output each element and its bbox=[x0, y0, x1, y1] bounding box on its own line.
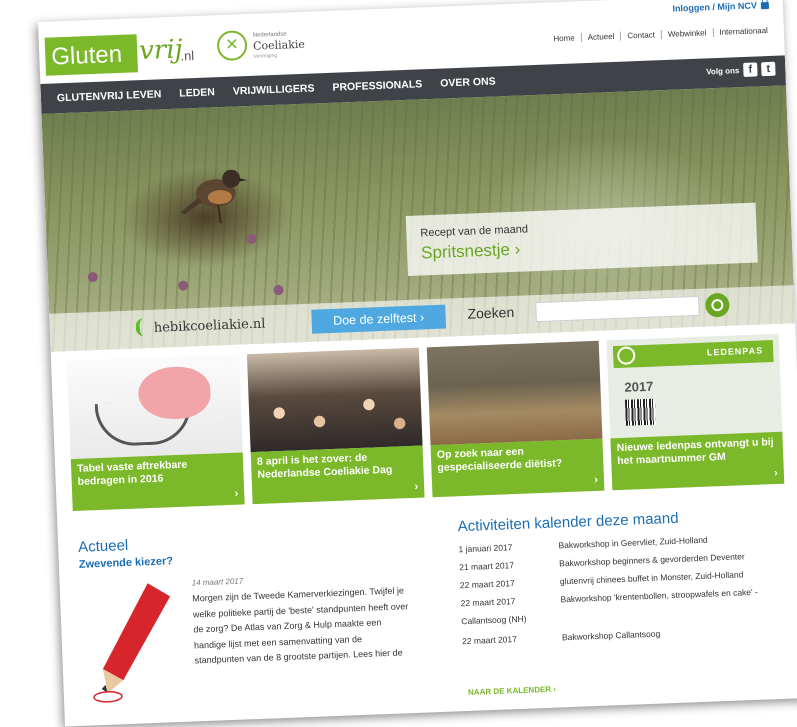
ledenpas-card-title: LEDENPAS bbox=[706, 345, 764, 358]
bird-image bbox=[180, 169, 248, 224]
kalender-date: 1 januari 2017 bbox=[458, 542, 513, 555]
kalender-date: 22 maart 2017 bbox=[461, 634, 518, 647]
lock-icon bbox=[760, 1, 770, 10]
chevron-right-icon: › bbox=[414, 480, 419, 493]
tile-caption-text: 8 april is het zover: de Nederlandse Coe… bbox=[256, 451, 393, 481]
kalender-event[interactable]: Bakworkshop in Geervliet, Zuid-Holland bbox=[558, 530, 797, 551]
facebook-icon[interactable]: f bbox=[743, 62, 758, 77]
ncv-logo-line2: Coeliakie bbox=[252, 37, 306, 53]
nav-leden[interactable]: LEDEN bbox=[179, 86, 215, 99]
tile-aftrekbare-bedragen[interactable]: Tabel vaste aftrekbare bedragen in 2016 … bbox=[67, 354, 245, 512]
chevron-right-icon: › bbox=[594, 473, 599, 486]
nav-professionals[interactable]: PROFESSIONALS bbox=[332, 78, 422, 93]
tile-caption-text: Nieuwe ledenpas ontvangt u bij het maart… bbox=[616, 436, 774, 468]
logo-gluten: Gluten bbox=[44, 34, 139, 76]
tile-caption[interactable]: Op zoek naar een gespecialiseerde diëtis… bbox=[430, 438, 605, 498]
actueel-heading: Actueel bbox=[77, 536, 129, 556]
topnav-actueel[interactable]: Actueel bbox=[580, 31, 621, 43]
kalender-date: Callantsoog (NH) bbox=[461, 613, 527, 627]
recipe-link[interactable]: Spritsnestje › bbox=[421, 240, 521, 264]
nav-over-ons[interactable]: OVER ONS bbox=[440, 75, 496, 89]
flower-image bbox=[246, 233, 257, 245]
login-label[interactable]: Inloggen / Mijn NCV bbox=[672, 0, 757, 13]
topnav-home[interactable]: Home bbox=[547, 33, 581, 43]
webpage: Inloggen / Mijn NCV Gluten vrij .nl ✕ Ne… bbox=[38, 0, 797, 727]
nav-glutenvrij-leven[interactable]: GLUTENVRIJ LEVEN bbox=[57, 88, 162, 104]
tile-dietist[interactable]: Op zoek naar een gespecialiseerde diëtis… bbox=[426, 340, 605, 498]
piggy-bank-image bbox=[67, 354, 243, 460]
flower-image bbox=[87, 271, 99, 283]
tile-coeliakie-dag[interactable]: 8 april is het zover: de Nederlandse Coe… bbox=[246, 347, 425, 505]
consultation-image bbox=[426, 340, 603, 446]
ledenpas-card-header: LEDENPAS bbox=[612, 340, 774, 369]
logo-vrij: vrij bbox=[138, 34, 184, 67]
chevron-right-icon: › bbox=[234, 487, 239, 500]
tile-caption-text: Op zoek naar een gespecialiseerde diëtis… bbox=[436, 445, 563, 474]
wheat-icon: ✕ bbox=[216, 30, 248, 62]
hebikcoeliakie-logo[interactable]: hebikcoeliakie.nl bbox=[135, 313, 266, 337]
chevron-right-icon: › bbox=[773, 466, 779, 480]
logo-tld: .nl bbox=[180, 48, 195, 64]
tile-caption[interactable]: Nieuwe ledenpas ontvangt u bij het maart… bbox=[610, 431, 785, 491]
twitter-icon[interactable]: t bbox=[761, 61, 776, 77]
kalender-date: 22 maart 2017 bbox=[459, 578, 515, 591]
kalender-link[interactable]: NAAR DE KALENDER › bbox=[468, 685, 556, 697]
search-input[interactable] bbox=[535, 295, 700, 323]
search-label: Zoeken bbox=[467, 303, 515, 322]
kalender-event[interactable]: glutenvrij chinees buffet in Monster, Zu… bbox=[560, 566, 797, 586]
ncv-logo[interactable]: ✕ Nederlandse Coeliakie Vereniging bbox=[216, 27, 337, 66]
topnav-contact[interactable]: Contact bbox=[620, 30, 662, 41]
nav-vrijwilligers[interactable]: VRIJWILLIGERS bbox=[233, 82, 315, 97]
kalender-event[interactable]: Bakworkshop beginners & gevorderden Deve… bbox=[559, 548, 797, 568]
kalender-event[interactable]: Bakworkshop 'krentenbollen, stroopwafels… bbox=[560, 584, 797, 605]
wheat-icon bbox=[616, 346, 636, 366]
flower-image bbox=[273, 284, 284, 296]
social-links: Volg ons f t bbox=[706, 61, 776, 79]
topnav-webwinkel[interactable]: Webwinkel bbox=[660, 28, 713, 40]
pencil-image bbox=[93, 583, 171, 703]
ledenpas-card-image: LEDENPAS 2017 bbox=[606, 333, 783, 439]
news-title-link[interactable]: Zwevende kiezer? bbox=[79, 555, 174, 571]
topnav-internationaal[interactable]: Internationaal bbox=[712, 25, 775, 38]
zelftest-button[interactable]: Doe de zelftest › bbox=[311, 304, 447, 334]
ncv-logo-line3: Vereniging bbox=[253, 52, 278, 60]
crowd-image bbox=[246, 347, 423, 453]
news-date: 14 maart 2017 bbox=[191, 576, 244, 588]
search-icon[interactable] bbox=[704, 292, 730, 318]
volg-ons-label: Volg ons bbox=[706, 65, 740, 76]
recipe-label: Recept van de maand bbox=[420, 223, 529, 240]
news-body: Morgen zijn de Tweede Kamerverkiezingen.… bbox=[192, 585, 409, 666]
kalender-date: 22 maart 2017 bbox=[460, 596, 516, 609]
hebikcoeliakie-label: hebikcoeliakie.nl bbox=[153, 316, 266, 336]
top-nav: Home Actueel Contact Webwinkel Internati… bbox=[547, 25, 775, 44]
tile-caption[interactable]: Tabel vaste aftrekbare bedragen in 2016 … bbox=[70, 452, 245, 512]
ribbon-icon bbox=[135, 317, 151, 337]
flower-image bbox=[178, 280, 189, 291]
kalender-date: 21 maart 2017 bbox=[459, 560, 515, 573]
tile-caption[interactable]: 8 april is het zover: de Nederlandse Coe… bbox=[250, 445, 425, 505]
kalender-event[interactable]: Bakworkshop Callantsoog bbox=[562, 622, 797, 643]
login-link[interactable]: Inloggen / Mijn NCV bbox=[672, 0, 770, 14]
screenshot-stage: Inloggen / Mijn NCV Gluten vrij .nl ✕ Ne… bbox=[0, 0, 797, 727]
kalender-event[interactable] bbox=[561, 602, 797, 612]
recipe-of-month-box[interactable]: Recept van de maand Spritsnestje › bbox=[405, 202, 758, 276]
ledenpas-year: 2017 bbox=[624, 378, 654, 395]
barcode-icon bbox=[624, 398, 656, 426]
kalender-heading: Activiteiten kalender deze maand bbox=[457, 509, 679, 536]
site-logo[interactable]: Gluten vrij .nl bbox=[44, 32, 204, 76]
piggy-bank-image bbox=[137, 365, 212, 421]
tile-ledenpas[interactable]: LEDENPAS 2017 Nieuwe ledenpas ontvangt u… bbox=[606, 333, 785, 491]
tile-caption-text: Tabel vaste aftrekbare bedragen in 2016 bbox=[76, 458, 188, 488]
